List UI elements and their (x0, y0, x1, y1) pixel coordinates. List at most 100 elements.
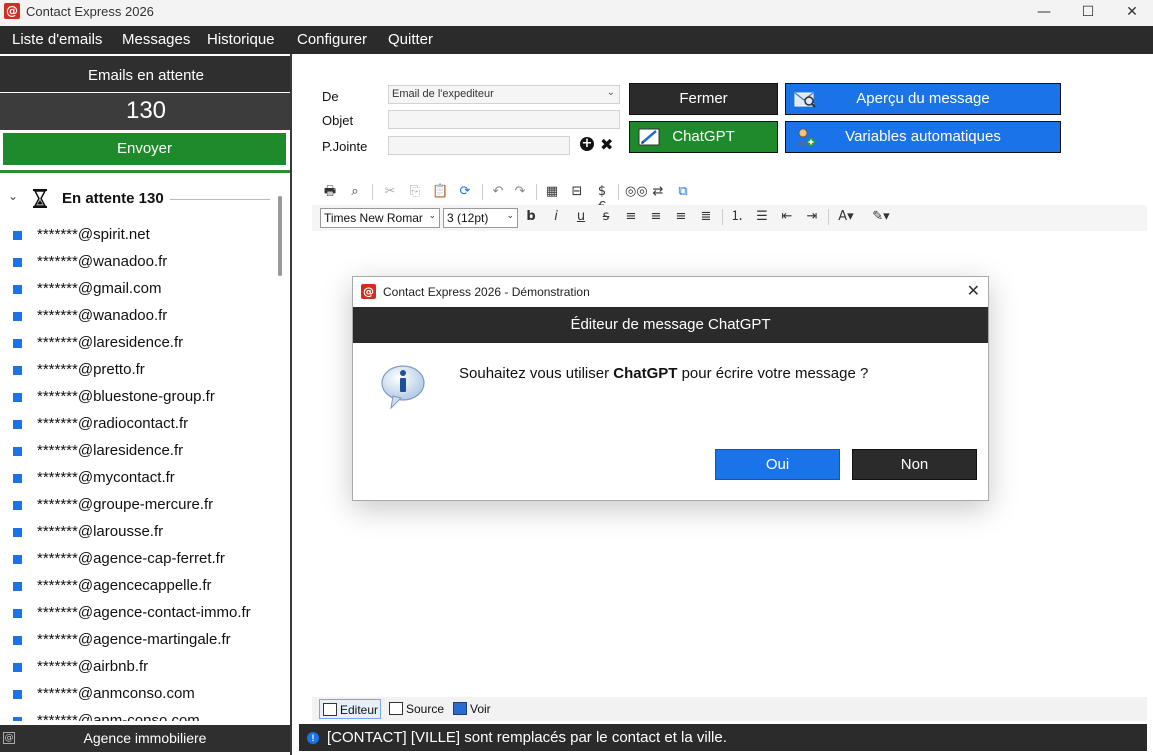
window-title: Contact Express 2026 (26, 4, 154, 19)
list-item[interactable]: *******@agence-cap-ferret.fr (0, 545, 276, 572)
fullscreen-icon[interactable]: ⧉ (675, 184, 691, 200)
list-item[interactable]: *******@agence-contact-immo.fr (0, 599, 276, 626)
list-item[interactable]: *******@bluestone-group.fr (0, 383, 276, 410)
chevron-down-icon: ⌄ (606, 87, 615, 98)
yes-button[interactable]: Oui (715, 449, 840, 480)
sidebar-border (290, 54, 292, 755)
email-address: *******@agence-contact-immo.fr (37, 604, 251, 621)
print-preview-icon[interactable]: ⌕ (347, 184, 363, 200)
list-item[interactable]: *******@laresidence.fr (0, 437, 276, 464)
list-item[interactable]: *******@airbnb.fr (0, 653, 276, 680)
status-bar: ! [CONTACT] [VILLE] sont remplacés par l… (299, 724, 1147, 751)
menu-messages[interactable]: Messages (122, 31, 190, 48)
maximize-button[interactable]: ☐ (1065, 0, 1111, 26)
refresh-icon[interactable]: ⟳ (457, 184, 473, 200)
copy-icon[interactable]: ⎘ (407, 184, 423, 200)
indent-icon[interactable]: ⇥ (804, 209, 820, 225)
close-button[interactable]: Fermer (629, 83, 778, 115)
email-address: *******@wanadoo.fr (37, 307, 168, 324)
menu-liste-emails[interactable]: Liste d'emails (12, 31, 102, 48)
list-item[interactable]: *******@radiocontact.fr (0, 410, 276, 437)
list-item[interactable]: *******@mycontact.fr (0, 464, 276, 491)
bullet-list-icon[interactable]: ☰ (754, 209, 770, 225)
align-right-icon[interactable]: ≡ (673, 209, 689, 225)
menu-configurer[interactable]: Configurer (297, 31, 367, 48)
text-color-icon[interactable]: A▾ (834, 209, 858, 225)
add-attachment-icon[interactable]: + (580, 137, 594, 151)
close-window-button[interactable]: ✕ (1109, 0, 1153, 26)
email-list: *******@spirit.net *******@wanadoo.fr **… (0, 221, 276, 721)
italic-icon[interactable]: i (548, 209, 564, 225)
no-button[interactable]: Non (852, 449, 977, 480)
font-family-select[interactable]: Times New Romar ⌄ (320, 208, 440, 228)
list-item[interactable]: *******@wanadoo.fr (0, 248, 276, 275)
list-item[interactable]: *******@agence-martingale.fr (0, 626, 276, 653)
list-item[interactable]: *******@groupe-mercure.fr (0, 491, 276, 518)
list-item[interactable]: *******@agencecappelle.fr (0, 572, 276, 599)
info-icon: ! (307, 732, 319, 744)
find-icon[interactable]: ◎◎ (625, 184, 648, 200)
list-item[interactable]: *******@spirit.net (0, 221, 276, 248)
email-address: *******@mycontact.fr (37, 469, 175, 486)
tab-source[interactable]: Source (386, 699, 446, 719)
send-button[interactable]: Envoyer (3, 133, 286, 165)
tree-rule (170, 199, 270, 200)
tab-editor[interactable]: Editeur (319, 699, 381, 719)
undo-icon[interactable]: ↶ (490, 184, 506, 200)
list-item[interactable]: *******@larousse.fr (0, 518, 276, 545)
auto-variables-button[interactable]: Variables automatiques (785, 121, 1061, 153)
scroll-thumb[interactable] (278, 196, 282, 276)
sidebar: Emails en attente 130 Envoyer ⌄ En atten… (0, 54, 292, 755)
currency-icon[interactable]: $€ (594, 184, 610, 215)
preview-message-button[interactable]: Aperçu du message (785, 83, 1061, 115)
footer-group-label: Agence immobiliere (83, 730, 207, 746)
chatgpt-button[interactable]: ChatGPT (629, 121, 778, 153)
email-address: *******@groupe-mercure.fr (37, 496, 214, 513)
chevron-down-icon[interactable]: ⌄ (8, 189, 18, 203)
outdent-icon[interactable]: ⇤ (779, 209, 795, 225)
close-icon[interactable]: ✕ (967, 281, 980, 300)
tree-label: En attente 130 (62, 190, 164, 207)
editor-toolbar-actions: 🖶 ⌕ ✂ ⎘ 📋 ⟳ ↶ ↷ ▦ ⊟ $€ ◎◎ ⇄ ⧉ (312, 180, 1147, 215)
email-address: *******@agence-cap-ferret.fr (37, 550, 225, 567)
replace-icon[interactable]: ⇄ (650, 184, 666, 200)
list-item[interactable]: *******@pretto.fr (0, 356, 276, 383)
tab-view[interactable]: Voir (450, 699, 500, 719)
numbered-list-icon[interactable]: ⒈ (729, 209, 745, 225)
paste-icon[interactable]: 📋 (432, 184, 448, 200)
insert-field-icon[interactable]: ⊟ (569, 184, 585, 200)
from-select[interactable]: Email de l'expediteur ⌄ (388, 85, 620, 104)
table-icon[interactable]: ▦ (544, 184, 560, 200)
underline-icon[interactable]: u (573, 209, 589, 225)
remove-attachment-icon[interactable]: ✖ (600, 135, 613, 154)
menu-historique[interactable]: Historique (207, 31, 275, 48)
toolbar-separator (482, 184, 483, 200)
font-size-select[interactable]: 3 (12pt) ⌄ (443, 208, 518, 228)
list-item[interactable]: *******@wanadoo.fr (0, 302, 276, 329)
list-item[interactable]: *******@anmconso.com (0, 680, 276, 707)
subject-input[interactable] (388, 110, 620, 129)
list-item[interactable]: *******@laresidence.fr (0, 329, 276, 356)
email-address: *******@anm-conso.com (37, 712, 200, 721)
list-item[interactable]: *******@gmail.com (0, 275, 276, 302)
print-icon[interactable]: 🖶 (322, 184, 338, 200)
email-list-scrollbar[interactable] (276, 194, 290, 721)
align-left-icon[interactable]: ≡ (623, 209, 639, 225)
bold-icon[interactable]: b (523, 209, 539, 225)
attachment-input[interactable] (388, 136, 570, 155)
tree-node-pending[interactable]: ⌄ En attente 130 (0, 186, 290, 210)
align-justify-icon[interactable]: ≣ (698, 209, 714, 225)
cut-icon[interactable]: ✂ (382, 184, 398, 200)
list-item[interactable]: *******@anm-conso.com (0, 707, 276, 721)
preview-message-label: Aperçu du message (856, 90, 990, 107)
email-address: *******@airbnb.fr (37, 658, 149, 675)
dialog-message-bold: ChatGPT (613, 365, 678, 382)
menu-quitter[interactable]: Quitter (388, 31, 433, 48)
align-center-icon[interactable]: ≡ (648, 209, 664, 225)
strikethrough-icon[interactable]: s (598, 209, 614, 225)
pending-count: 130 (0, 93, 292, 130)
minimize-button[interactable]: — (1021, 0, 1067, 26)
bullet-icon (13, 555, 22, 564)
redo-icon[interactable]: ↷ (512, 184, 528, 200)
highlight-color-icon[interactable]: ✎▾ (869, 209, 893, 225)
